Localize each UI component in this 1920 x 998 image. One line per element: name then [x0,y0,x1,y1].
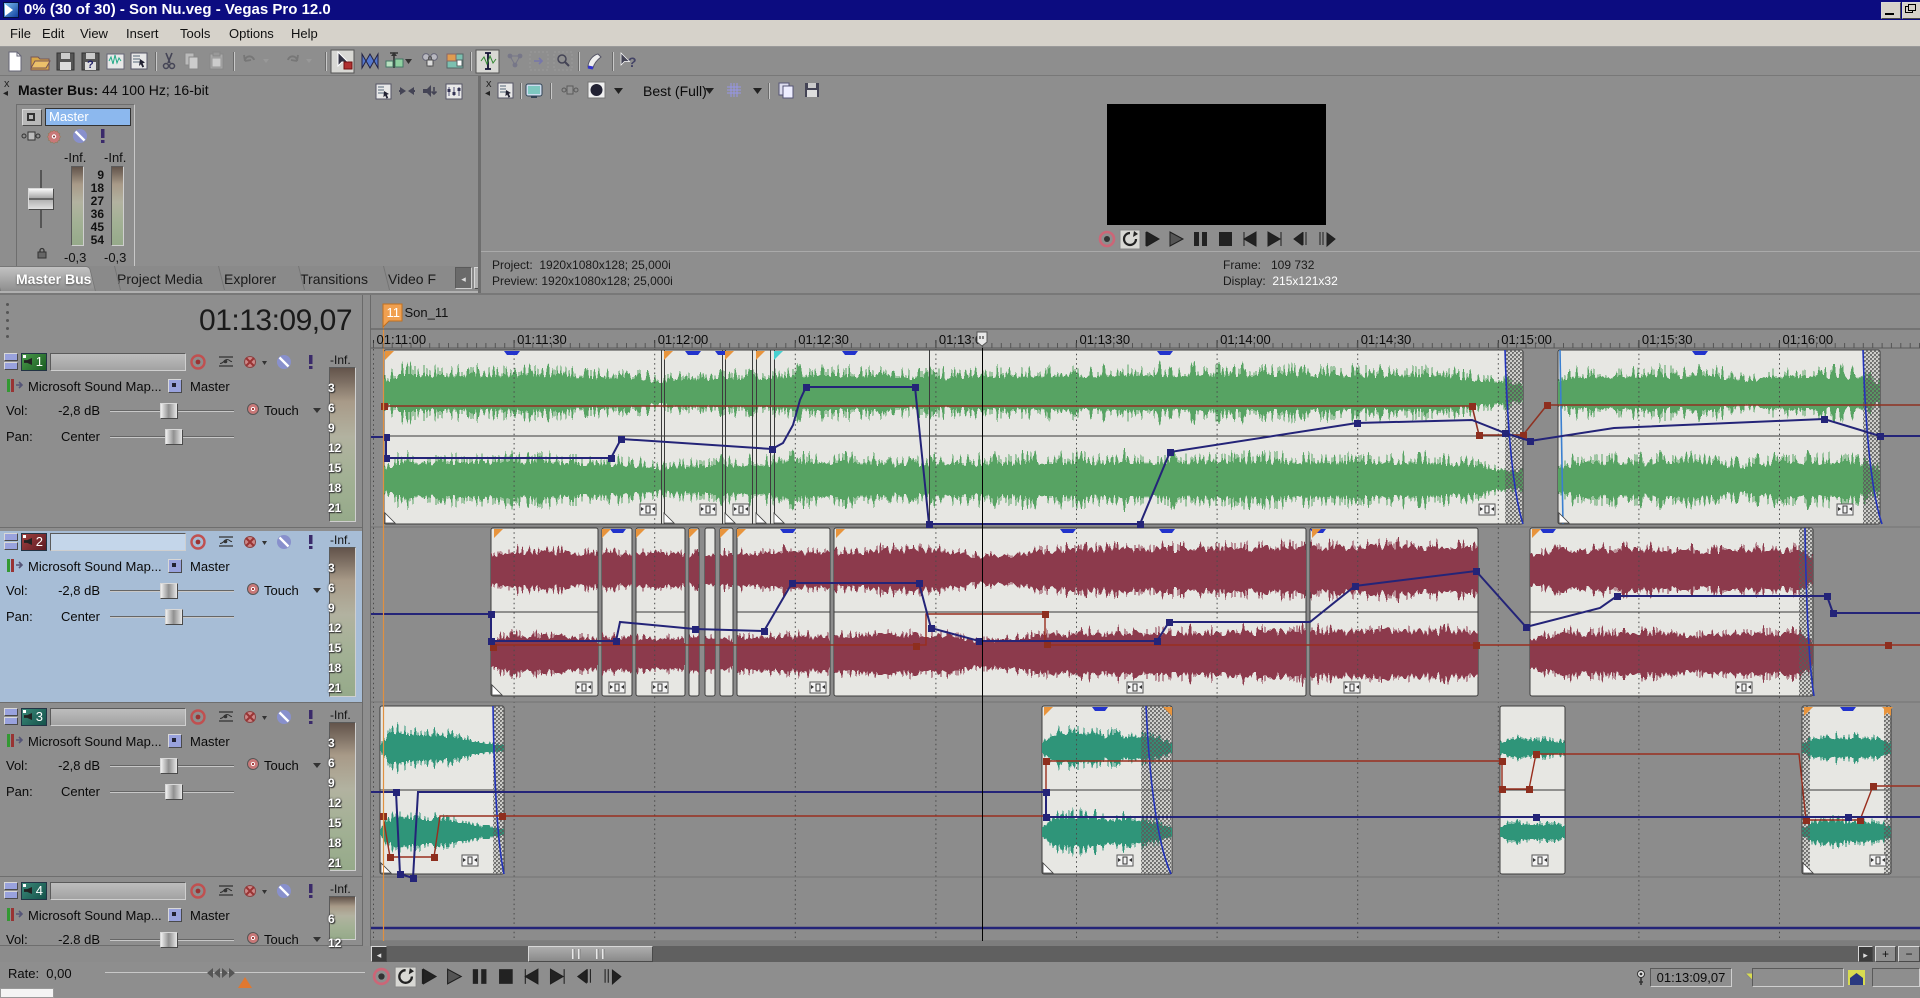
svg-text:11: 11 [387,305,401,320]
svg-text:?: ? [628,54,637,70]
svg-text:Son_11: Son_11 [405,305,449,320]
svg-text:?: ? [87,59,94,71]
svg-text:Best (Full): Best (Full) [643,83,707,99]
